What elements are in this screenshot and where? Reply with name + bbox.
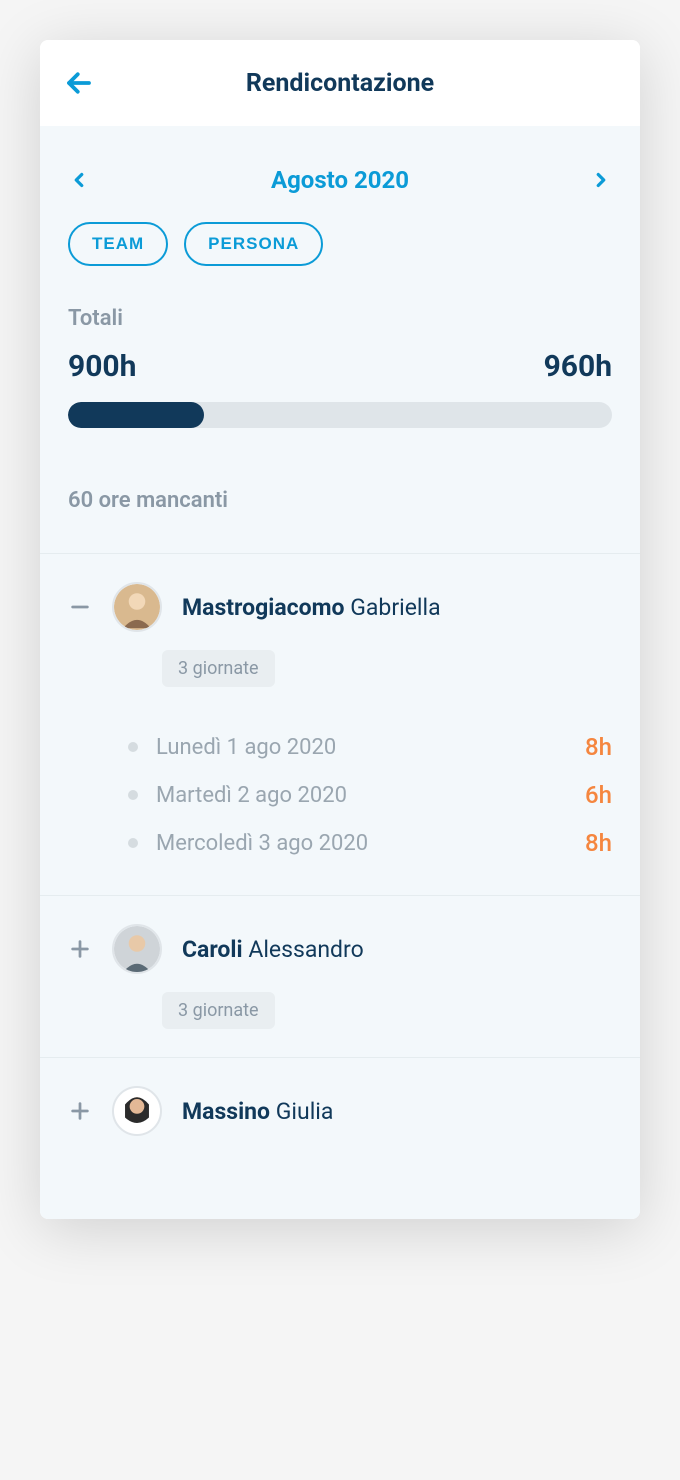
- expand-button[interactable]: [68, 1095, 92, 1127]
- day-label: Lunedì 1 ago 2020: [156, 735, 336, 760]
- avatar: [112, 1086, 162, 1136]
- plus-icon: [69, 938, 91, 960]
- next-month-button[interactable]: [590, 169, 612, 191]
- day-label: Martedì 2 ago 2020: [156, 783, 347, 808]
- prev-month-button[interactable]: [68, 169, 90, 191]
- avatar: [112, 924, 162, 974]
- collapse-button[interactable]: [68, 591, 92, 623]
- day-row: Lunedì 1 ago 2020 8h: [128, 723, 612, 771]
- person-firstname: Gabriella: [350, 594, 440, 621]
- totals-target: 960h: [544, 349, 612, 384]
- chevron-left-icon: [68, 169, 90, 191]
- totals-progress-fill: [68, 402, 204, 428]
- filter-team-button[interactable]: TEAM: [68, 222, 168, 266]
- person-surname: Mastrogiacomo: [182, 594, 345, 621]
- missing-hours-label: 60 ore mancanti: [68, 488, 612, 513]
- month-label: Agosto 2020: [271, 166, 409, 194]
- person-row: Massino Giulia —: [40, 1057, 640, 1219]
- day-label: Mercoledì 3 ago 2020: [156, 831, 368, 856]
- day-row: Martedì 2 ago 2020 6h: [128, 771, 612, 819]
- avatar: [112, 582, 162, 632]
- totals-current: 900h: [68, 349, 136, 384]
- person-surname: Massino: [182, 1098, 270, 1125]
- person-firstname: Giulia: [276, 1098, 334, 1125]
- person-name: Caroli Alessandro: [182, 936, 364, 963]
- day-row: Mercoledì 3 ago 2020 8h: [128, 819, 612, 867]
- days-count-badge: 3 giornate: [162, 992, 275, 1029]
- days-count-badge: 3 giornate: [162, 650, 275, 687]
- day-hours: 6h: [585, 781, 612, 809]
- day-hours: 8h: [585, 829, 612, 857]
- person-name: Massino Giulia: [182, 1098, 333, 1125]
- chevron-right-icon: [590, 169, 612, 191]
- bullet-icon: [128, 742, 138, 752]
- person-surname: Caroli: [182, 936, 243, 963]
- page-title: Rendicontazione: [64, 69, 616, 98]
- person-row: Caroli Alessandro 3 giornate: [40, 895, 640, 1057]
- filter-persona-button[interactable]: PERSONA: [184, 222, 323, 266]
- totals-label: Totali: [68, 306, 612, 331]
- person-name: Mastrogiacomo Gabriella: [182, 594, 441, 621]
- totals-progress: [68, 402, 612, 428]
- person-firstname: Alessandro: [248, 936, 363, 963]
- minus-icon: [69, 596, 91, 618]
- bullet-icon: [128, 838, 138, 848]
- plus-icon: [69, 1100, 91, 1122]
- day-hours: 8h: [585, 733, 612, 761]
- bullet-icon: [128, 790, 138, 800]
- person-row: Mastrogiacomo Gabriella 3 giornate Luned…: [40, 553, 640, 895]
- expand-button[interactable]: [68, 933, 92, 965]
